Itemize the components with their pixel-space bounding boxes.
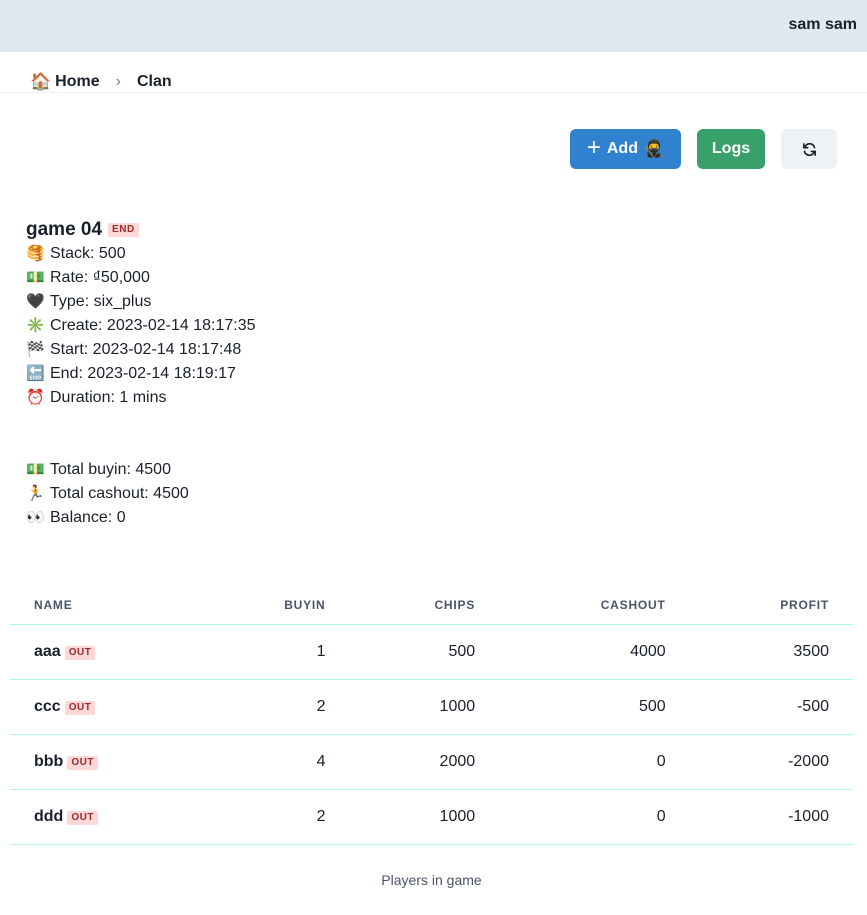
game-details: 🥞 Stack: 500 💵 Rate: ₫50,000 🖤 Type: six_plus… [26, 242, 255, 410]
player-cashout-cell: 500 [499, 679, 690, 735]
column-header-cashout[interactable]: CASHOUT [499, 587, 690, 625]
detail-text: Duration: 1 mins [50, 389, 167, 406]
detail-emoji-icon: ⏰ [26, 389, 45, 406]
table-caption: Players in game [381, 872, 482, 888]
players-table: NAME BUYIN CHIPS CASHOUT PROFIT aaa OUT 1 5… [10, 587, 853, 845]
breadcrumb-separator-icon: › [115, 73, 121, 90]
player-cashout-cell: 0 [499, 789, 690, 845]
game-detail-line: 🖤 Type: six_plus [26, 290, 255, 314]
player-profit-cell: -2000 [689, 734, 853, 790]
player-status-badge: OUT [64, 645, 96, 660]
detail-text: Start: 2023-02-14 18:17:48 [50, 341, 242, 358]
refresh-button[interactable] [781, 129, 837, 169]
game-detail-line: ⏰ Duration: 1 mins [26, 386, 255, 410]
player-name-cell: aaa OUT [10, 624, 199, 680]
player-status-badge: OUT [67, 755, 98, 770]
add-button-label: Add [606, 140, 638, 157]
player-chips-cell: 1000 [349, 789, 500, 845]
total-line: 💵 Total buyin: 4500 [26, 458, 189, 482]
player-cashout-cell: 4000 [499, 624, 690, 680]
total-emoji-icon: 👀 [26, 509, 45, 526]
player-name-cell: ddd OUT [10, 789, 199, 845]
player-profit-cell: 3500 [689, 624, 853, 680]
game-status-badge: END [108, 223, 139, 237]
breadcrumb-current[interactable]: Clan [137, 73, 172, 91]
detail-emoji-icon: 🖤 [26, 293, 45, 310]
plus-icon: + [586, 134, 601, 161]
total-line: 🏃 Total cashout: 4500 [26, 482, 189, 506]
header-divider [0, 92, 867, 93]
detail-emoji-icon: 🔚 [26, 365, 45, 382]
game-title: game 04 END [26, 218, 255, 242]
game-detail-line: 🏁 Start: 2023-02-14 18:17:48 [26, 338, 255, 362]
breadcrumb-home-link[interactable]: Home [55, 73, 99, 91]
game-totals: 💵 Total buyin: 4500 🏃 Total cashout: 4500 👀 B… [26, 458, 189, 530]
detail-text: Stack: 500 [50, 245, 126, 262]
detail-emoji-icon: 💵 [26, 269, 45, 286]
column-header-buyin[interactable]: BUYIN [198, 587, 350, 625]
player-buyin-cell: 2 [198, 679, 350, 735]
total-text: Total buyin: 4500 [50, 461, 171, 478]
game-info: game 04 END 🥞 Stack: 500 💵 Rate: ₫50,000 🖤 Ty… [26, 218, 255, 410]
detail-emoji-icon: 🥞 [26, 245, 45, 262]
player-name[interactable]: bbb [34, 753, 63, 770]
table-header-row: NAME BUYIN CHIPS CASHOUT PROFIT [10, 587, 853, 625]
player-chips-cell: 1000 [349, 679, 500, 735]
logs-button[interactable]: Logs [697, 129, 765, 169]
player-status-badge: OUT [64, 700, 96, 715]
player-name[interactable]: ddd [34, 808, 63, 825]
player-profit-cell: -1000 [689, 789, 853, 845]
column-header-chips[interactable]: CHIPS [349, 587, 500, 625]
player-name-cell: bbb OUT [10, 734, 199, 790]
player-buyin-cell: 2 [198, 789, 350, 845]
player-cashout-cell: 0 [499, 734, 690, 790]
player-name[interactable]: aaa [34, 643, 61, 660]
detail-text: Rate: ₫50,000 [50, 269, 150, 286]
total-emoji-icon: 💵 [26, 461, 45, 478]
game-detail-line: 💵 Rate: ₫50,000 [26, 266, 255, 290]
player-chips-cell: 2000 [349, 734, 500, 790]
column-header-name[interactable]: NAME [10, 587, 199, 625]
player-status-badge: OUT [67, 810, 98, 825]
total-text: Balance: 0 [50, 509, 126, 526]
home-icon[interactable]: 🏠 [30, 72, 51, 92]
add-player-button[interactable]: + Add 🥷 [570, 129, 681, 169]
detail-emoji-icon: ✳️ [26, 317, 45, 334]
table-row[interactable]: bbb OUT 4 2000 0 -2000 [10, 734, 853, 790]
total-text: Total cashout: 4500 [50, 485, 189, 502]
breadcrumb: 🏠 Home › Clan [30, 71, 172, 93]
total-line: 👀 Balance: 0 [26, 506, 189, 530]
game-detail-line: 🥞 Stack: 500 [26, 242, 255, 266]
player-buyin-cell: 4 [198, 734, 350, 790]
top-bar: sam sam [0, 0, 867, 52]
column-header-profit[interactable]: PROFIT [689, 587, 853, 625]
table-row[interactable]: aaa OUT 1 500 4000 3500 [10, 624, 853, 680]
detail-text: Type: six_plus [50, 293, 152, 310]
ninja-icon: 🥷 [642, 139, 665, 158]
player-name[interactable]: ccc [34, 698, 61, 715]
player-profit-cell: -500 [689, 679, 853, 735]
detail-text: Create: 2023-02-14 18:17:35 [50, 317, 256, 334]
player-name-cell: ccc OUT [10, 679, 199, 735]
logs-button-label: Logs [711, 140, 751, 157]
player-chips-cell: 500 [349, 624, 500, 680]
total-emoji-icon: 🏃 [26, 485, 45, 502]
table-row[interactable]: ccc OUT 2 1000 500 -500 [10, 679, 853, 735]
table-row[interactable]: ddd OUT 2 1000 0 -1000 [10, 789, 853, 845]
game-detail-line: ✳️ Create: 2023-02-14 18:17:35 [26, 314, 255, 338]
user-name[interactable]: sam sam [789, 16, 858, 34]
detail-text: End: 2023-02-14 18:19:17 [50, 365, 236, 382]
game-name: game 04 [26, 219, 103, 240]
game-detail-line: 🔚 End: 2023-02-14 18:19:17 [26, 362, 255, 386]
refresh-icon [802, 142, 816, 156]
player-buyin-cell: 1 [198, 624, 350, 680]
detail-emoji-icon: 🏁 [26, 341, 45, 358]
